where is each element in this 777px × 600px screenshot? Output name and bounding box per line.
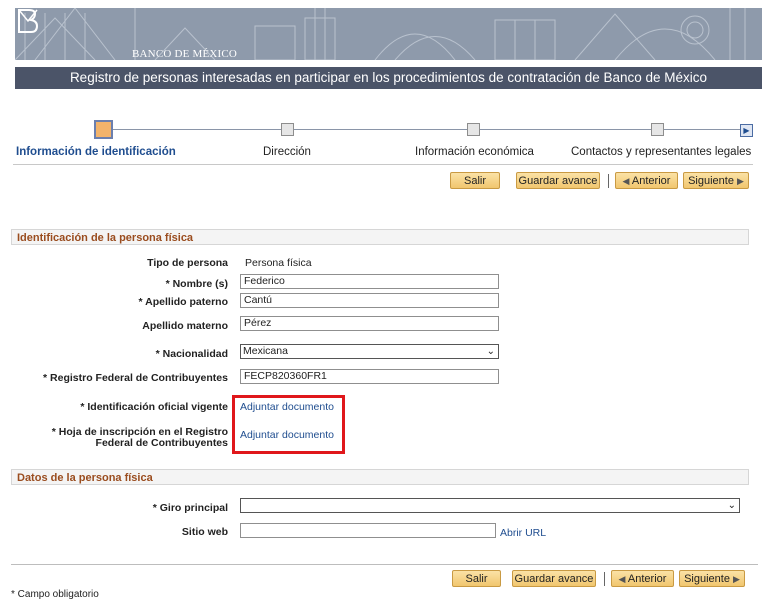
apellido-materno-input[interactable]: Pérez bbox=[240, 316, 499, 331]
tipo-persona-label: Tipo de persona bbox=[147, 257, 228, 269]
nombre-input[interactable]: Federico bbox=[240, 274, 499, 289]
header-banner: BANCO DE MÉXICO bbox=[15, 8, 762, 60]
rfc-input[interactable]: FECP820360FR1 bbox=[240, 369, 499, 384]
abrir-url-link[interactable]: Abrir URL bbox=[500, 527, 546, 539]
next-button-bottom[interactable]: Siguiente ▶ bbox=[679, 570, 745, 587]
next-button-label: Siguiente bbox=[688, 175, 734, 187]
step-label-economica[interactable]: Información económica bbox=[415, 146, 534, 158]
required-field-footnote: * Campo obligatorio bbox=[11, 589, 99, 600]
bank-name: BANCO DE MÉXICO bbox=[132, 48, 238, 60]
step-1-active-icon[interactable] bbox=[94, 120, 113, 139]
stepper-track bbox=[108, 129, 741, 130]
identificacion-oficial-label: * Identificación oficial vigente bbox=[80, 401, 228, 413]
apellido-materno-label: Apellido materno bbox=[142, 320, 228, 332]
hoja-inscripcion-label-line2: Federal de Contribuyentes bbox=[95, 437, 228, 449]
bank-logo-icon bbox=[18, 9, 39, 33]
previous-button-top[interactable]: ◀ Anterior bbox=[615, 172, 678, 189]
banner-architecture-art bbox=[15, 8, 746, 60]
next-button-label: Siguiente bbox=[684, 573, 730, 585]
nacionalidad-selected-value: Mexicana bbox=[243, 345, 288, 357]
chevron-right-icon: ▶ bbox=[733, 574, 740, 584]
step-label-identificacion[interactable]: Información de identificación bbox=[16, 146, 176, 158]
step-label-direccion[interactable]: Dirección bbox=[263, 146, 311, 158]
section-datos-persona: Datos de la persona física bbox=[11, 469, 749, 485]
exit-button-bottom[interactable]: Salir bbox=[452, 570, 501, 587]
step-2-icon[interactable] bbox=[281, 123, 294, 136]
apellido-paterno-input[interactable]: Cantú bbox=[240, 293, 499, 308]
nacionalidad-select[interactable]: Mexicana ⌄ bbox=[240, 344, 499, 359]
section-identificacion: Identificación de la persona física bbox=[11, 229, 749, 245]
chevron-left-icon: ◀ bbox=[618, 574, 626, 584]
step-label-contactos[interactable]: Contactos y representantes legales bbox=[571, 146, 751, 158]
page-title: Registro de personas interesadas en part… bbox=[69, 70, 708, 85]
apellido-paterno-label: * Apellido paterno bbox=[138, 296, 228, 308]
page-title-bar: Registro de personas interesadas en part… bbox=[15, 67, 762, 89]
exit-button-top[interactable]: Salir bbox=[450, 172, 500, 189]
nombre-label: * Nombre (s) bbox=[165, 278, 228, 290]
stepper-divider bbox=[13, 164, 753, 165]
toolbar-separator bbox=[608, 174, 609, 188]
rfc-label: * Registro Federal de Contribuyentes bbox=[43, 372, 228, 384]
giro-principal-select[interactable]: ⌄ bbox=[240, 498, 740, 513]
toolbar-separator bbox=[604, 572, 605, 586]
save-progress-button-top[interactable]: Guardar avance bbox=[516, 172, 600, 189]
chevron-right-icon: ▶ bbox=[737, 176, 744, 186]
chevron-left-icon: ◀ bbox=[622, 176, 630, 186]
chevron-down-icon: ⌄ bbox=[486, 346, 495, 357]
tipo-persona-value: Persona física bbox=[245, 257, 312, 269]
attachments-highlight-box bbox=[232, 395, 345, 454]
nacionalidad-label: * Nacionalidad bbox=[155, 348, 228, 360]
stepper-next-arrow-icon[interactable]: ▶ bbox=[740, 124, 753, 137]
previous-button-label: Anterior bbox=[631, 175, 671, 187]
previous-button-bottom[interactable]: ◀ Anterior bbox=[611, 570, 674, 587]
bottom-divider bbox=[11, 564, 758, 565]
next-button-top[interactable]: Siguiente ▶ bbox=[683, 172, 749, 189]
save-progress-button-bottom[interactable]: Guardar avance bbox=[512, 570, 596, 587]
sitio-web-input[interactable] bbox=[240, 523, 496, 538]
sitio-web-label: Sitio web bbox=[181, 526, 228, 538]
step-3-icon[interactable] bbox=[467, 123, 480, 136]
chevron-down-icon: ⌄ bbox=[727, 500, 736, 511]
step-4-icon[interactable] bbox=[651, 123, 664, 136]
previous-button-label: Anterior bbox=[627, 573, 667, 585]
giro-principal-label: * Giro principal bbox=[152, 502, 228, 514]
